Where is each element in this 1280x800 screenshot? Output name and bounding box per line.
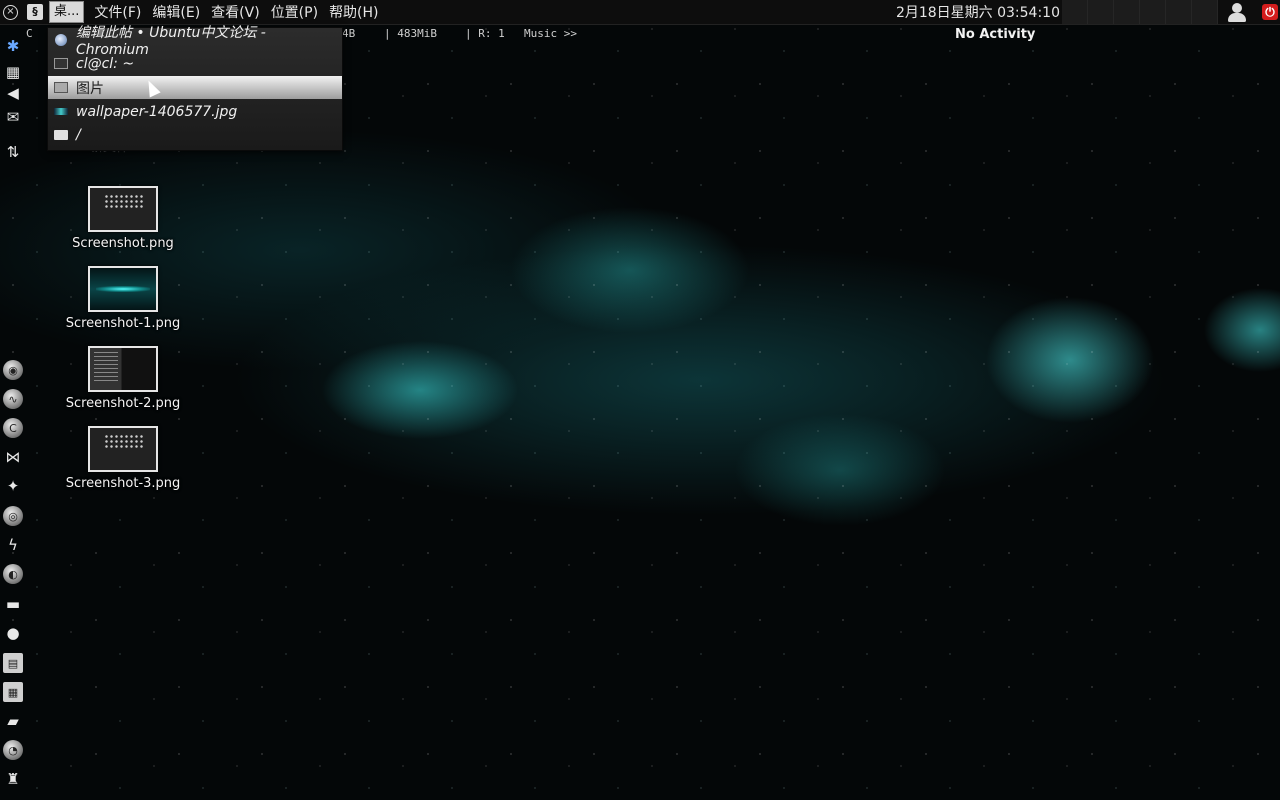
dropdown-item-label: /	[76, 126, 81, 143]
panel-right-area: 2月18日星期六 03:54:10 ⏻	[896, 0, 1280, 24]
chat-icon[interactable]: ●	[3, 623, 23, 643]
flash-icon[interactable]: ϟ	[3, 535, 23, 555]
transfer-icon[interactable]: ⇅	[3, 142, 23, 162]
conky-stats-bar: C 4B | 483MiB | R: 1 Music >>	[26, 27, 577, 105]
file-label: Screenshot-3.png	[65, 476, 181, 491]
audio-app-icon[interactable]: ∿	[3, 389, 23, 409]
dropdown-item-terminal[interactable]: cl@cl: ~	[48, 52, 342, 75]
close-button[interactable]: ×	[0, 0, 18, 24]
clock[interactable]: 2月18日星期六 03:54:10	[896, 2, 1060, 22]
user-icon[interactable]	[1226, 1, 1248, 23]
search-app-icon[interactable]: ◔	[3, 740, 23, 760]
files-icon[interactable]: ▰	[3, 711, 23, 731]
file-label: Screenshot-1.png	[65, 316, 181, 331]
disc-icon[interactable]: ◉	[3, 360, 23, 380]
menu-file[interactable]: 文件(F)	[94, 2, 141, 22]
terminal-icon	[54, 58, 68, 70]
power-icon[interactable]: ⏻	[1262, 4, 1278, 20]
stats-fragment: C	[26, 27, 33, 40]
monitor-icon[interactable]: ▤	[3, 653, 23, 673]
stats-net: 4B	[342, 27, 356, 40]
file-thumbnail	[88, 346, 158, 392]
indicator-slot[interactable]	[1088, 0, 1114, 24]
menu-help[interactable]: 帮助(H)	[329, 2, 378, 22]
indicator-slot[interactable]	[1114, 0, 1140, 24]
stats-music[interactable]: Music >>	[524, 27, 577, 40]
butterfly-icon[interactable]: ⋈	[3, 447, 23, 467]
menu-places[interactable]: 位置(P)	[271, 2, 318, 22]
desktop-file-screenshot-3[interactable]: Screenshot-3.png	[60, 426, 186, 491]
close-circle-icon: ×	[3, 4, 18, 20]
image-file-icon	[54, 106, 68, 118]
indicator-slot[interactable]	[1140, 0, 1166, 24]
app-menu-button[interactable]: §	[18, 0, 43, 24]
activity-status: No Activity	[955, 27, 1036, 42]
dropdown-item-pictures[interactable]: 图片	[48, 76, 342, 99]
indicator-slot[interactable]	[1192, 0, 1218, 24]
calendar-icon[interactable]: ▦	[3, 682, 23, 702]
indicator-slot[interactable]	[1062, 0, 1088, 24]
desktop-file-screenshot[interactable]: Screenshot.png	[60, 186, 186, 251]
app-logo-icon: §	[27, 4, 43, 20]
left-launcher: ✱ ▦ ◀ ✉ ⇅ ◉ ∿ C ⋈ ✦ ◎ ϟ ◐ ▬ ● ▤ ▦ ▰ ◔ ♜	[0, 28, 26, 800]
folder-icon	[54, 129, 68, 141]
file-thumbnail	[88, 266, 158, 312]
file-label: Screenshot-2.png	[65, 396, 181, 411]
network-icon[interactable]: ▦	[3, 62, 23, 82]
stats-memory: | 483MiB	[384, 27, 437, 40]
menu-edit[interactable]: 编辑(E)	[152, 2, 200, 22]
dropdown-item-root[interactable]: /	[48, 123, 342, 146]
menu-view[interactable]: 查看(V)	[211, 2, 260, 22]
clapper-icon[interactable]: ▬	[3, 594, 23, 614]
star-app-icon[interactable]: ✦	[3, 476, 23, 496]
tooth-icon[interactable]: ♜	[3, 769, 23, 789]
file-thumbnail	[88, 426, 158, 472]
chromium-icon	[54, 33, 68, 46]
clementine-icon[interactable]: C	[3, 418, 23, 438]
window-list-dropdown: 编辑此帖 • Ubuntu中文论坛 - Chromium cl@cl: ~ 图片…	[47, 25, 343, 151]
desktop-file-screenshot-1[interactable]: Screenshot-1.png	[60, 266, 186, 331]
dropdown-item-wallpaper[interactable]: wallpaper-1406577.jpg	[48, 100, 342, 123]
firefox-icon[interactable]: ◐	[3, 564, 23, 584]
desktop-file-screenshot-2[interactable]: Screenshot-2.png	[60, 346, 186, 411]
mail-icon[interactable]: ✉	[3, 107, 23, 127]
dropdown-item-chromium[interactable]: 编辑此帖 • Ubuntu中文论坛 - Chromium	[48, 25, 342, 58]
desktop-window-label[interactable]: 桌...	[49, 1, 85, 23]
stats-read: | R: 1	[465, 27, 505, 40]
bluetooth-icon[interactable]: ✱	[3, 36, 23, 56]
volume-icon[interactable]: ◀	[3, 83, 23, 103]
file-label: Screenshot.png	[72, 236, 174, 251]
indicator-strip	[1062, 0, 1218, 24]
chrome-icon[interactable]: ◎	[3, 506, 23, 526]
dropdown-item-label: wallpaper-1406577.jpg	[76, 103, 238, 120]
indicator-slot[interactable]	[1166, 0, 1192, 24]
file-thumbnail	[88, 186, 158, 232]
dropdown-item-label: cl@cl: ~	[76, 55, 135, 72]
dropdown-item-label: 图片	[76, 80, 104, 97]
pictures-folder-icon	[54, 82, 68, 94]
